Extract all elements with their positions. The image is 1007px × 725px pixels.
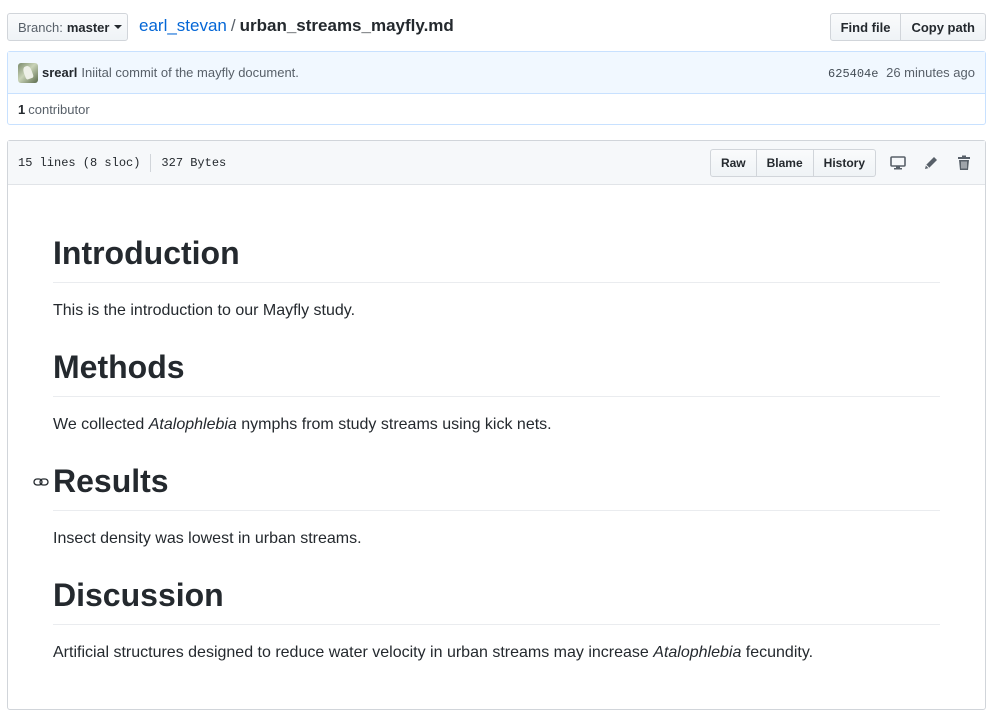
- markdown-body: Introduction This is the introduction to…: [8, 233, 985, 665]
- copy-path-button[interactable]: Copy path: [901, 13, 986, 41]
- contributor-count: 1: [18, 102, 26, 117]
- breadcrumb-owner-link[interactable]: earl_stevan: [139, 16, 227, 35]
- raw-button[interactable]: Raw: [709, 148, 757, 177]
- paragraph-methods: We collected Atalophlebia nymphs from st…: [53, 413, 940, 437]
- avatar[interactable]: [18, 62, 38, 83]
- commit-time: 26 minutes ago: [886, 64, 975, 80]
- discussion-genus: Atalophlebia: [653, 644, 742, 661]
- breadcrumb-separator: /: [230, 16, 236, 35]
- link-icon[interactable]: [33, 474, 49, 490]
- commit-sha-link[interactable]: 625404e: [828, 67, 878, 81]
- commit-author-link[interactable]: srearl: [42, 65, 77, 80]
- paragraph-discussion: Artificial structures designed to reduce…: [53, 641, 940, 665]
- results-section: Results: [33, 461, 940, 511]
- heading-results: Results: [53, 461, 940, 511]
- find-file-button[interactable]: Find file: [829, 13, 902, 41]
- heading-introduction: Introduction: [53, 233, 940, 283]
- file-nav-buttons: Find file Copy path: [829, 13, 986, 41]
- breadcrumb-filename: urban_streams_mayfly.md: [239, 16, 454, 35]
- file-size: 327 Bytes: [161, 155, 227, 170]
- contributors-row[interactable]: 1 contributor: [8, 94, 985, 125]
- branch-label: Branch:: [18, 19, 63, 35]
- file-lines: 15 lines (8 sloc): [18, 155, 141, 170]
- file-header: 15 lines (8 sloc) 327 Bytes Raw Blame Hi…: [8, 141, 985, 185]
- file-view-buttons: Raw Blame History: [709, 148, 876, 177]
- commit-tease: srearl Iniital commit of the mayfly docu…: [7, 51, 986, 125]
- branch-name: master: [66, 19, 110, 35]
- trash-icon[interactable]: [953, 152, 975, 174]
- latest-commit-row: srearl Iniital commit of the mayfly docu…: [8, 52, 985, 94]
- history-button[interactable]: History: [813, 148, 876, 177]
- commit-meta: 625404e 26 minutes ago: [828, 65, 975, 81]
- contributor-label: contributor: [28, 102, 90, 117]
- pencil-icon[interactable]: [920, 152, 942, 174]
- heading-discussion: Discussion: [53, 575, 940, 625]
- caret-down-icon: [114, 25, 123, 29]
- commit-message-link[interactable]: Iniital commit of the mayfly document.: [81, 65, 298, 80]
- methods-text-end: nymphs from study streams using kick net…: [236, 416, 552, 433]
- file-navigation: Branch: master earl_stevan / urban_streams…: [7, 13, 986, 43]
- breadcrumb: earl_stevan / urban_streams_mayfly.md: [139, 16, 454, 36]
- file-actions: Raw Blame History: [709, 148, 975, 177]
- paragraph-results: Insect density was lowest in urban strea…: [53, 530, 362, 547]
- methods-genus: Atalophlebia: [148, 416, 237, 433]
- desktop-icon[interactable]: [887, 152, 909, 174]
- methods-text-start: We collected: [53, 416, 149, 433]
- file-container: 15 lines (8 sloc) 327 Bytes Raw Blame Hi…: [7, 140, 986, 710]
- paragraph-introduction: This is the introduction to our Mayfly s…: [53, 302, 356, 319]
- file-info: 15 lines (8 sloc) 327 Bytes: [18, 153, 227, 172]
- heading-methods: Methods: [53, 347, 940, 397]
- blame-button[interactable]: Blame: [756, 148, 814, 177]
- discussion-text-end: fecundity.: [741, 644, 814, 661]
- branch-selector[interactable]: Branch: master: [7, 13, 128, 41]
- discussion-text-start: Artificial structures designed to reduce…: [53, 644, 654, 661]
- file-info-divider: [150, 153, 152, 172]
